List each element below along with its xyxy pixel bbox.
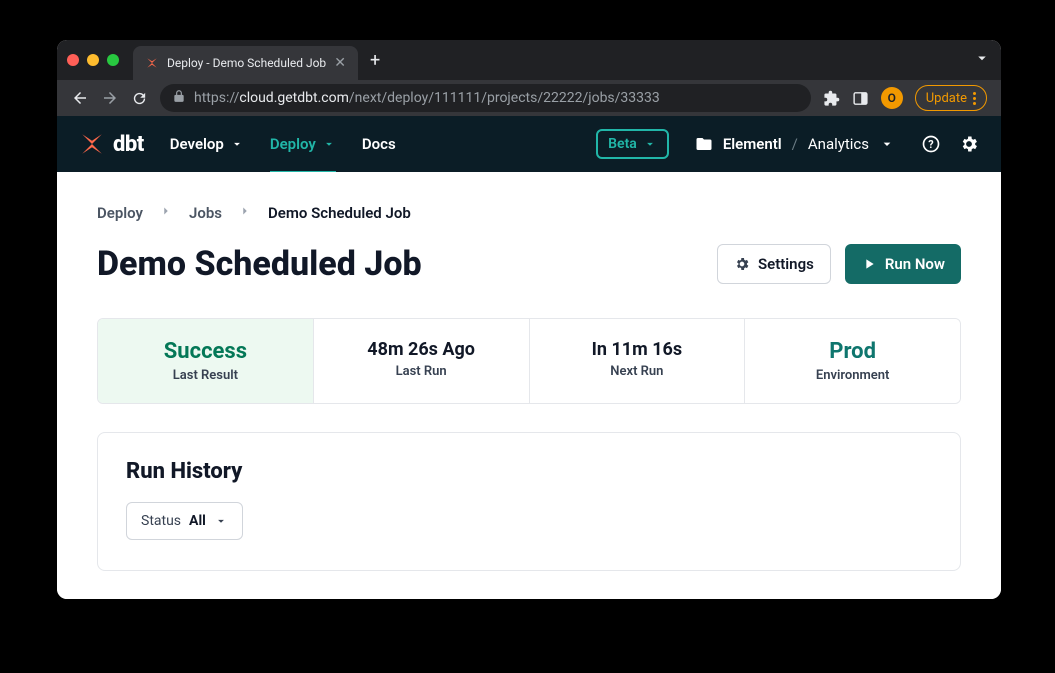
stat-row: Success Last Result 48m 26s Ago Last Run… bbox=[97, 318, 961, 404]
stat-last-result: Success Last Result bbox=[98, 319, 314, 403]
extensions-icon[interactable] bbox=[823, 90, 840, 107]
page-content: Deploy Jobs Demo Scheduled Job Demo Sche… bbox=[57, 172, 1001, 599]
nav-deploy[interactable]: Deploy bbox=[270, 118, 336, 174]
page-title: Demo Scheduled Job bbox=[97, 244, 422, 284]
stat-environment[interactable]: Prod Environment bbox=[745, 319, 960, 403]
svg-text:?: ? bbox=[928, 138, 933, 151]
beta-toggle[interactable]: Beta bbox=[596, 129, 669, 159]
url-host: cloud.getdbt.com bbox=[239, 90, 349, 106]
minimize-window-button[interactable] bbox=[87, 54, 99, 66]
browser-window: Deploy - Demo Scheduled Job ✕ + https://… bbox=[57, 40, 1001, 599]
url-text: https://cloud.getdbt.com/next/deploy/111… bbox=[194, 90, 660, 106]
stat-last-run: 48m 26s Ago Last Run bbox=[314, 319, 530, 403]
gear-icon bbox=[734, 256, 750, 272]
page-header: Demo Scheduled Job Settings Run Now bbox=[97, 244, 961, 284]
browser-tab[interactable]: Deploy - Demo Scheduled Job ✕ bbox=[133, 46, 358, 80]
project-name: Analytics bbox=[808, 135, 869, 153]
chevron-down-icon bbox=[643, 137, 657, 151]
panel-icon[interactable] bbox=[852, 90, 869, 107]
org-name: Elementl bbox=[723, 135, 782, 153]
breadcrumb: Deploy Jobs Demo Scheduled Job bbox=[97, 172, 961, 222]
app-nav: dbt Develop Deploy Docs Beta Elementl / … bbox=[57, 116, 1001, 172]
help-icon[interactable]: ? bbox=[921, 134, 941, 154]
back-button[interactable] bbox=[71, 89, 89, 107]
menu-dots-icon bbox=[973, 92, 976, 105]
reload-button[interactable] bbox=[131, 90, 148, 107]
browser-tab-bar: Deploy - Demo Scheduled Job ✕ + bbox=[57, 40, 1001, 80]
dbt-logo[interactable]: dbt bbox=[79, 131, 144, 157]
org-project-selector[interactable]: Elementl / Analytics bbox=[695, 135, 895, 153]
run-now-button[interactable]: Run Now bbox=[845, 244, 961, 284]
chevron-right-icon bbox=[159, 204, 173, 222]
update-button[interactable]: Update bbox=[915, 85, 987, 111]
chevron-down-icon bbox=[322, 137, 336, 151]
run-history-panel: Run History Status All bbox=[97, 432, 961, 571]
gear-icon[interactable] bbox=[959, 134, 979, 154]
chevron-down-icon bbox=[230, 137, 244, 151]
breadcrumb-current: Demo Scheduled Job bbox=[268, 204, 411, 222]
close-window-button[interactable] bbox=[67, 54, 79, 66]
dbt-favicon-icon bbox=[145, 56, 159, 70]
chevron-right-icon bbox=[238, 204, 252, 222]
stat-next-run: In 11m 16s Next Run bbox=[530, 319, 746, 403]
settings-button[interactable]: Settings bbox=[717, 244, 831, 284]
nav-develop[interactable]: Develop bbox=[170, 116, 244, 172]
folder-icon bbox=[695, 135, 713, 153]
url-path: /next/deploy/111111/projects/22222/jobs/… bbox=[349, 90, 660, 106]
run-history-title: Run History bbox=[126, 459, 932, 484]
breadcrumb-deploy[interactable]: Deploy bbox=[97, 204, 143, 222]
url-prefix: https:// bbox=[194, 90, 239, 106]
profile-avatar[interactable]: O bbox=[881, 87, 903, 109]
lock-icon bbox=[172, 89, 186, 107]
status-filter[interactable]: Status All bbox=[126, 502, 243, 540]
play-icon bbox=[861, 256, 877, 272]
tab-title: Deploy - Demo Scheduled Job bbox=[167, 56, 326, 70]
url-box[interactable]: https://cloud.getdbt.com/next/deploy/111… bbox=[160, 84, 811, 112]
tabs-menu-button[interactable] bbox=[973, 49, 991, 71]
window-controls bbox=[67, 54, 119, 66]
nav-docs[interactable]: Docs bbox=[362, 116, 396, 172]
forward-button[interactable] bbox=[101, 89, 119, 107]
maximize-window-button[interactable] bbox=[107, 54, 119, 66]
chevron-down-icon bbox=[879, 136, 895, 152]
breadcrumb-jobs[interactable]: Jobs bbox=[189, 204, 222, 222]
close-tab-icon[interactable]: ✕ bbox=[334, 55, 346, 71]
new-tab-button[interactable]: + bbox=[370, 50, 380, 71]
header-actions: Settings Run Now bbox=[717, 244, 961, 284]
chevron-down-icon bbox=[214, 514, 228, 528]
browser-address-bar: https://cloud.getdbt.com/next/deploy/111… bbox=[57, 80, 1001, 116]
